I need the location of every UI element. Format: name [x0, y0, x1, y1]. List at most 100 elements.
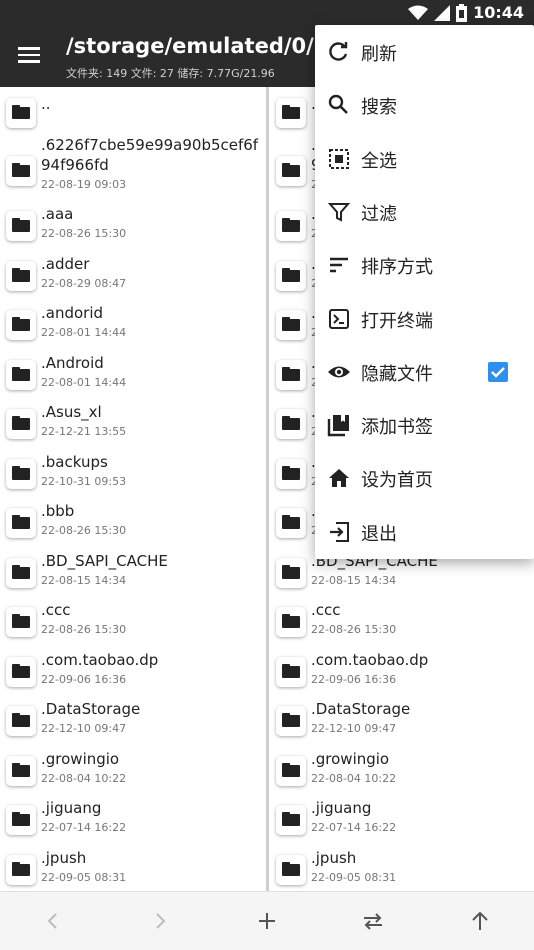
file-row[interactable]: .growingio 22-08-04 10:22 — [0, 746, 267, 796]
file-date: 22-08-04 10:22 — [41, 771, 127, 785]
file-name: .aaa — [41, 205, 74, 223]
forward-icon[interactable] — [143, 904, 177, 938]
folder-icon — [6, 508, 36, 538]
swap-icon[interactable] — [356, 904, 390, 938]
file-date: 22-08-15 14:34 — [41, 573, 127, 587]
file-row[interactable]: .Android 22-08-01 14:44 — [0, 350, 267, 400]
file-name: .DataStorage — [41, 700, 141, 718]
file-row[interactable]: .growingio 22-08-04 10:22 — [270, 746, 534, 796]
file-name: .backups — [41, 452, 108, 471]
file-row[interactable]: .6226f7cbe59e99a90b5cef6f 94f966fd 22-08-1… — [0, 132, 267, 201]
bookmark-icon — [327, 415, 349, 437]
hidden-files-checkbox[interactable] — [488, 361, 508, 382]
menu-item-label: 刷新 — [361, 44, 397, 65]
file-name: .6226f7cbe59e99a90b5cef6f — [41, 136, 259, 154]
folder-icon — [6, 156, 36, 186]
refresh-icon — [329, 42, 348, 61]
file-row[interactable]: .adder 22-08-29 08:47 — [0, 251, 267, 301]
file-row[interactable]: .jiguang 22-07-14 16:22 — [270, 795, 534, 845]
file-row[interactable]: .backups 22-10-31 09:53 — [0, 449, 267, 499]
up-icon[interactable] — [463, 904, 497, 938]
file-date: 22-08-26 15:30 — [41, 623, 127, 636]
file-date: 22-08-15 14:34 — [311, 573, 397, 587]
signal-icon — [434, 4, 451, 21]
file-name: .Asus_xl — [41, 403, 102, 421]
folder-icon — [6, 458, 36, 489]
bottom-toolbar — [0, 891, 534, 950]
menu-item-bookmark[interactable]: 添加书签 — [315, 399, 534, 452]
pane-divider[interactable] — [266, 87, 269, 891]
back-icon[interactable] — [36, 904, 70, 938]
folder-icon — [276, 359, 306, 390]
file-row[interactable]: .bbb 22-08-26 15:30 — [0, 498, 267, 548]
file-name: .jiguang — [41, 799, 102, 817]
file-row[interactable]: .DataStorage 22-12-10 09:47 — [0, 696, 267, 746]
folder-icon — [6, 854, 36, 885]
file-name: .jiguang — [311, 799, 372, 817]
file-date: 22-08-01 14:44 — [41, 326, 127, 339]
folder-icon — [6, 706, 36, 736]
folder-icon — [276, 156, 306, 186]
path-title: /storage/emulated/0/ — [66, 34, 314, 58]
folder-icon — [276, 607, 306, 637]
menu-item-refresh[interactable]: 刷新 — [315, 26, 534, 79]
file-row[interactable]: .jpush 22-09-05 08:31 — [0, 845, 267, 892]
file-date: 22-08-01 14:44 — [41, 375, 127, 389]
file-date: 22-08-26 15:30 — [311, 623, 397, 636]
file-date: 22-08-26 15:30 — [41, 227, 127, 240]
file-date: 22-09-05 08:31 — [41, 870, 127, 884]
folder-icon — [6, 98, 36, 128]
file-row[interactable]: .BD_SAPI_CACHE 22-08-15 14:34 — [0, 548, 267, 598]
file-row[interactable]: .andorid 22-08-01 14:44 — [0, 300, 267, 350]
menu-item-terminal[interactable]: 打开终端 — [315, 293, 534, 346]
file-row[interactable]: .ccc 22-08-26 15:30 — [0, 597, 267, 647]
menu-item-search[interactable]: 搜索 — [315, 79, 534, 132]
file-row[interactable]: .Asus_xl 22-12-21 13:55 — [0, 399, 267, 449]
file-row[interactable]: .aaa 22-08-26 15:30 — [0, 201, 267, 251]
storage-summary: 文件夹: 149 文件: 27 储存: 7.77G/21.96 — [66, 67, 275, 80]
menu-item-exit[interactable]: 退出 — [315, 506, 534, 559]
file-name: .BD_SAPI_CACHE — [41, 551, 168, 570]
folder-icon — [276, 310, 306, 340]
overflow-menu: 刷新搜索全选 过滤 排序方式打开终端隐藏文件 添加书签 设为首页 退出 — [315, 25, 534, 559]
folder-icon — [6, 359, 36, 390]
file-row[interactable]: .jpush 22-09-05 08:31 — [270, 845, 534, 892]
file-date: 22-12-21 13:55 — [41, 425, 127, 438]
file-row[interactable]: .com.taobao.dp 22-09-06 16:36 — [0, 647, 267, 697]
search-icon — [328, 95, 348, 115]
menu-item-eye[interactable]: 隐藏文件 — [315, 346, 534, 399]
exit-icon — [330, 521, 349, 542]
file-name: .. — [41, 95, 51, 113]
menu-item-home[interactable]: 设为首页 — [315, 452, 534, 505]
battery-icon — [456, 3, 468, 22]
folder-icon — [276, 854, 306, 885]
file-row[interactable]: .ccc 22-08-26 15:30 — [270, 597, 534, 647]
menu-item-select-all[interactable]: 全选 — [315, 133, 534, 186]
file-date: 22-07-14 16:22 — [311, 821, 397, 834]
file-name: .growingio — [41, 749, 120, 768]
file-row[interactable]: .. — [0, 87, 267, 132]
file-row[interactable]: .DataStorage 22-12-10 09:47 — [270, 696, 534, 746]
add-icon[interactable] — [250, 904, 284, 938]
menu-item-filter[interactable]: 过滤 — [315, 186, 534, 239]
folder-icon — [6, 656, 36, 687]
status-icons: 10:44 — [408, 3, 524, 22]
folder-icon — [276, 458, 306, 489]
folder-icon — [276, 755, 306, 786]
file-row[interactable]: .jiguang 22-07-14 16:22 — [0, 795, 267, 845]
menu-item-sort[interactable]: 排序方式 — [315, 239, 534, 292]
folder-icon — [276, 260, 306, 291]
wifi-icon — [408, 5, 429, 20]
folder-icon — [6, 260, 36, 291]
menu-item-label: 搜索 — [361, 97, 397, 119]
file-row[interactable]: .com.taobao.dp 22-09-06 16:36 — [270, 647, 534, 697]
status-bar: 10:44 — [0, 0, 534, 27]
menu-item-label: 打开终端 — [361, 310, 433, 332]
file-date: 22-10-31 09:53 — [41, 474, 127, 488]
file-date: 22-09-06 16:36 — [311, 672, 397, 686]
left-file-pane[interactable]: .. .6226f7cbe59e99a90b5cef6f 94f966fd 22-08… — [0, 87, 267, 891]
hamburger-menu-icon[interactable] — [14, 39, 46, 71]
file-date: 22-08-19 09:03 — [41, 178, 127, 191]
folder-icon — [6, 607, 36, 637]
file-date: 22-09-06 16:36 — [41, 672, 127, 686]
